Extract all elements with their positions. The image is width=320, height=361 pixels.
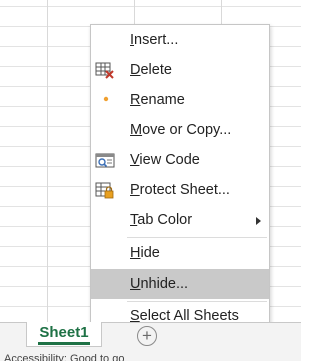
menu-item-insert-label: Insert...: [130, 32, 179, 48]
menu-item-view-code-label: View Code: [130, 152, 200, 168]
menu-item-move-copy[interactable]: Move or Copy...: [91, 118, 269, 144]
menu-item-unhide[interactable]: Unhide...: [91, 269, 269, 299]
plus-circle-icon[interactable]: +: [137, 326, 157, 346]
menu-item-rename-label: Rename: [130, 92, 185, 108]
menu-item-tab-color-label: Tab Color: [130, 212, 193, 228]
menu-item-hide[interactable]: Hide: [91, 241, 269, 267]
menu-separator: [127, 301, 267, 302]
protect-sheet-icon: [95, 182, 115, 200]
menu-item-tab-color[interactable]: Tab Color: [91, 208, 269, 234]
status-bar: Accessibility: Good to go: [0, 349, 301, 361]
menu-item-delete[interactable]: Delete: [91, 58, 269, 84]
menu-item-unhide-label: Unhide...: [130, 276, 189, 292]
view-code-icon: [95, 152, 115, 170]
menu-item-insert[interactable]: Insert...: [91, 28, 269, 54]
sheet-tab-label: Sheet1: [38, 325, 90, 345]
menu-item-hide-label: Hide: [130, 245, 160, 261]
sheet-tab-context-menu: Insert... Delete Rename Move or Copy...: [90, 24, 270, 335]
delete-sheet-icon: [95, 62, 115, 80]
chevron-right-icon: [256, 217, 261, 225]
sheet-tab-sheet1[interactable]: Sheet1: [26, 322, 102, 347]
menu-item-protect-sheet-label: Protect Sheet...: [130, 182, 230, 198]
menu-item-rename[interactable]: Rename: [91, 88, 269, 114]
menu-separator: [127, 237, 267, 238]
accessibility-status[interactable]: Accessibility: Good to go: [4, 353, 124, 361]
menu-item-protect-sheet[interactable]: Protect Sheet...: [91, 178, 269, 204]
menu-item-view-code[interactable]: View Code: [91, 148, 269, 174]
menu-item-delete-label: Delete: [130, 62, 172, 78]
sheet-tab-bar: Sheet1 +: [0, 322, 301, 349]
rename-dot-icon: [95, 92, 115, 110]
menu-item-move-copy-label: Move or Copy...: [130, 122, 232, 138]
